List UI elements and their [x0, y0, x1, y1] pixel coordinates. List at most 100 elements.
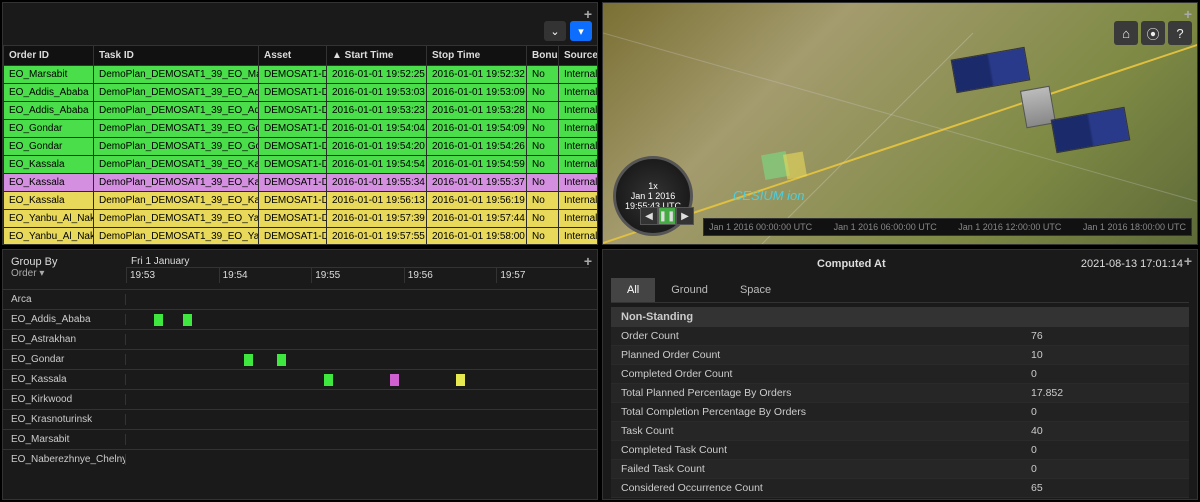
gantt-bar[interactable] — [390, 374, 399, 386]
gantt-row[interactable]: EO_Astrakhan — [3, 329, 597, 349]
table-row[interactable]: EO_Yanbu_Al_NakhalDemoPlan_DEMOSAT1_39_E… — [4, 228, 599, 246]
timeline-scrubber[interactable]: Jan 1 2016 00:00:00 UTCJan 1 2016 06:00:… — [703, 218, 1192, 236]
stat-key: Order Count — [611, 327, 1021, 345]
gantt-row-label: EO_Naberezhnye_Chelny — [3, 454, 126, 465]
gantt-bar[interactable] — [456, 374, 465, 386]
step-back-button[interactable]: ◀ — [640, 207, 658, 225]
table-row[interactable]: EO_Yanbu_Al_NakhalDemoPlan_DEMOSAT1_39_E… — [4, 210, 599, 228]
table-cell: DEMOSAT1-DE — [259, 228, 327, 246]
stat-key: Considered Occurrence Count — [611, 479, 1021, 497]
gantt-track — [126, 290, 597, 309]
projection-button[interactable]: ⦿ — [1141, 21, 1165, 45]
gantt-bar[interactable] — [277, 354, 286, 366]
filter-button[interactable]: ▾ — [570, 21, 592, 41]
table-cell: Internal Plan — [559, 66, 599, 84]
table-cell: Internal Plan — [559, 102, 599, 120]
table-cell: DemoPlan_DEMOSAT1_39_EO_Marsabit_PA — [94, 66, 259, 84]
table-cell: Internal Plan — [559, 174, 599, 192]
chevron-down-icon: ⌄ — [550, 25, 559, 38]
play-pause-button[interactable]: ❚❚ — [658, 207, 676, 225]
table-cell: DEMOSAT1-DE — [259, 138, 327, 156]
stat-key: Total Completion Percentage By Orders — [611, 403, 1021, 421]
tab-ground[interactable]: Ground — [655, 278, 724, 302]
table-cell: 2016-01-01 19:55:37 — [427, 174, 527, 192]
gantt-row[interactable]: EO_Kassala — [3, 369, 597, 389]
table-cell: DEMOSAT1-DE — [259, 102, 327, 120]
column-header[interactable]: Task ID — [94, 46, 259, 66]
group-by-label: Group By — [11, 256, 126, 268]
column-header[interactable]: Source — [559, 46, 599, 66]
tab-space[interactable]: Space — [724, 278, 787, 302]
table-row[interactable]: EO_KassalaDemoPlan_DEMOSAT1_39_EO_Kassal… — [4, 192, 599, 210]
gantt-row[interactable]: EO_Kirkwood — [3, 389, 597, 409]
timeline-tick: Jan 1 2016 18:00:00 UTC — [1083, 222, 1186, 232]
time-dial[interactable]: 1x Jan 1 2016 19:55:43 UTC ◀ ❚❚ ▶ — [613, 156, 693, 236]
column-header[interactable]: Asset — [259, 46, 327, 66]
table-cell: DEMOSAT1-DE — [259, 210, 327, 228]
gantt-bar[interactable] — [324, 374, 333, 386]
add-icon[interactable]: + — [584, 253, 592, 269]
add-icon[interactable]: + — [584, 6, 592, 22]
gantt-panel: + Group By Order ▾ Fri 1 January 19:5319… — [2, 249, 598, 500]
table-row[interactable]: EO_KassalaDemoPlan_DEMOSAT1_39_EO_Kassal… — [4, 156, 599, 174]
table-row[interactable]: EO_MarsabitDemoPlan_DEMOSAT1_39_EO_Marsa… — [4, 66, 599, 84]
globe-view[interactable]: ⌂ ⦿ ? CESIUM ion 1x Jan 1 2016 19:55:43 … — [603, 3, 1197, 244]
home-button[interactable]: ⌂ — [1114, 21, 1138, 45]
column-header[interactable]: Order ID — [4, 46, 94, 66]
table-cell: 2016-01-01 19:57:55 — [327, 228, 427, 246]
stat-key: Total Planned Percentage By Orders — [611, 384, 1021, 402]
add-icon[interactable]: + — [1184, 253, 1192, 269]
stat-value: 0 — [1021, 365, 1189, 383]
add-icon[interactable]: + — [1184, 6, 1192, 22]
timeline-tick: Jan 1 2016 00:00:00 UTC — [709, 222, 812, 232]
gantt-row-label: EO_Marsabit — [3, 434, 126, 445]
step-forward-button[interactable]: ▶ — [676, 207, 694, 225]
stat-row: Planned Order Count10 — [611, 346, 1189, 365]
table-cell: DEMOSAT1-DE — [259, 192, 327, 210]
gantt-track — [126, 430, 597, 449]
table-cell: No — [527, 138, 559, 156]
table-row[interactable]: EO_KassalaDemoPlan_DEMOSAT1_39_EO_Kassal… — [4, 174, 599, 192]
table-row[interactable]: EO_Addis_AbabaDemoPlan_DEMOSAT1_39_EO_Ad… — [4, 84, 599, 102]
gantt-bar[interactable] — [183, 314, 192, 326]
table-row[interactable]: EO_Addis_AbabaDemoPlan_DEMOSAT1_39_EO_Ad… — [4, 102, 599, 120]
table-row[interactable]: EO_GondarDemoPlan_DEMOSAT1_39_EO_Gondar_… — [4, 138, 599, 156]
table-cell: 2016-01-01 19:53:28 — [427, 102, 527, 120]
table-cell: No — [527, 84, 559, 102]
satellite-solar-panel — [1051, 107, 1131, 154]
stat-value: 17.852 — [1021, 384, 1189, 402]
gantt-row[interactable]: Arca — [3, 289, 597, 309]
stat-row: Order Count76 — [611, 327, 1189, 346]
gantt-bar[interactable] — [154, 314, 163, 326]
table-cell: DemoPlan_DEMOSAT1_39_EO_Gondar_PAN — [94, 120, 259, 138]
gantt-row[interactable]: EO_Gondar — [3, 349, 597, 369]
table-row[interactable]: EO_GondarDemoPlan_DEMOSAT1_39_EO_Gondar_… — [4, 120, 599, 138]
column-header[interactable]: Bonus — [527, 46, 559, 66]
gantt-hour-tick: 19:54 — [219, 268, 312, 283]
table-cell: 2016-01-01 19:54:26 — [427, 138, 527, 156]
table-cell: DEMOSAT1-DE — [259, 66, 327, 84]
gantt-row[interactable]: EO_Naberezhnye_Chelny — [3, 449, 597, 469]
gantt-row-label: EO_Krasnoturinsk — [3, 414, 126, 425]
gantt-row[interactable]: EO_Addis_Ababa — [3, 309, 597, 329]
stat-value: 10 — [1021, 346, 1189, 364]
gantt-bar[interactable] — [244, 354, 253, 366]
table-cell: No — [527, 66, 559, 84]
stat-value: 65 — [1021, 479, 1189, 497]
table-cell: 2016-01-01 19:54:59 — [427, 156, 527, 174]
table-cell: Internal Plan — [559, 138, 599, 156]
column-header[interactable]: Stop Time — [427, 46, 527, 66]
gantt-row[interactable]: EO_Krasnoturinsk — [3, 409, 597, 429]
table-cell: No — [527, 228, 559, 246]
table-cell: 2016-01-01 19:54:09 — [427, 120, 527, 138]
group-by-selector[interactable]: Group By Order ▾ — [11, 256, 126, 283]
collapse-button[interactable]: ⌄ — [544, 21, 566, 41]
gantt-row-label: EO_Addis_Ababa — [3, 314, 126, 325]
gantt-row[interactable]: EO_Marsabit — [3, 429, 597, 449]
stat-key: Completed Order Count — [611, 365, 1021, 383]
help-button[interactable]: ? — [1168, 21, 1192, 45]
tab-all[interactable]: All — [611, 278, 655, 302]
rewind-icon: ◀ — [645, 211, 653, 222]
column-header[interactable]: ▲ Start Time — [327, 46, 427, 66]
group-by-value: Order ▾ — [11, 268, 126, 279]
